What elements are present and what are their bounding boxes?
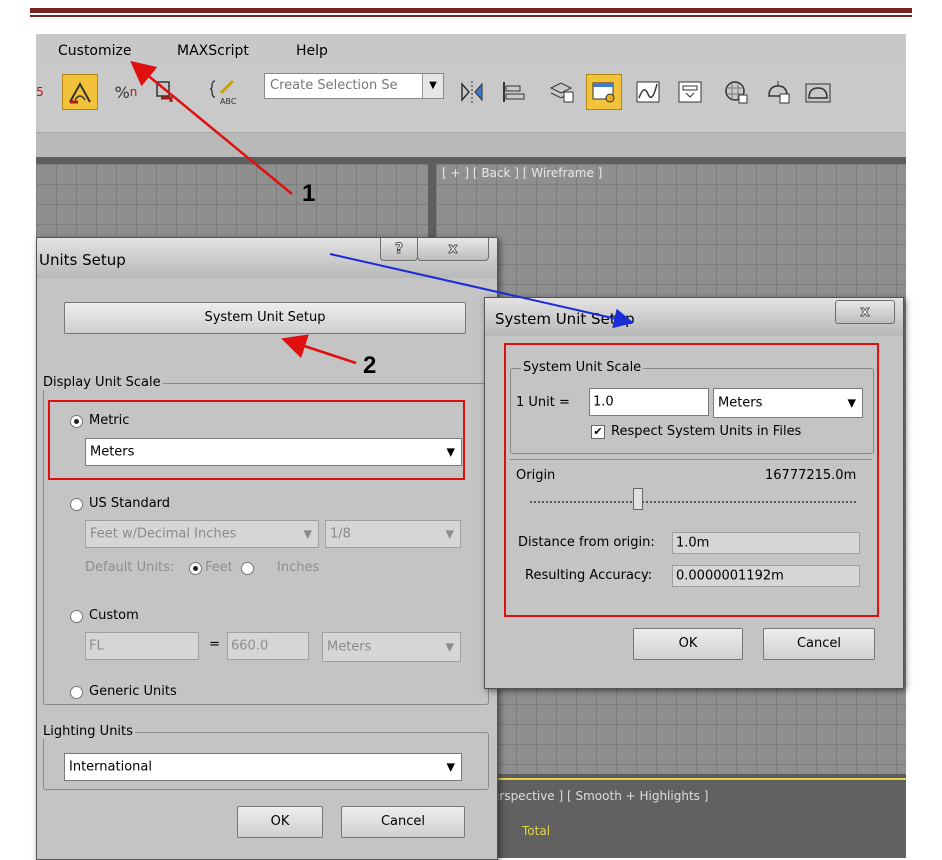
system-cancel-button[interactable]: Cancel xyxy=(763,628,875,660)
metric-highlight-box xyxy=(48,400,465,480)
material-editor-icon[interactable] xyxy=(718,74,754,110)
snap-toggle-icon[interactable]: 5 xyxy=(36,74,58,110)
system-unit-setup-button[interactable]: System Unit Setup xyxy=(64,302,466,334)
chevron-down-icon: ▼ xyxy=(446,760,455,774)
schematic-view-icon[interactable] xyxy=(672,74,708,110)
units-setup-title: Units Setup xyxy=(39,251,126,269)
active-viewport-border xyxy=(466,778,906,780)
document-rule-top xyxy=(30,8,912,13)
render-frame-icon[interactable] xyxy=(800,74,836,110)
default-inches-radio[interactable] xyxy=(241,562,254,575)
angle-snap-icon[interactable] xyxy=(62,74,98,110)
chevron-down-icon: ▼ xyxy=(445,527,454,541)
units-ok-button[interactable]: OK xyxy=(237,806,323,838)
default-inches-label: Inches xyxy=(277,560,320,575)
chevron-down-icon: ▼ xyxy=(445,640,454,654)
default-feet-label: Feet xyxy=(205,560,233,575)
viewport-perspective-label[interactable]: erspective ] [ Smooth + Highlights ] xyxy=(492,789,708,803)
lighting-units-label: Lighting Units xyxy=(41,724,135,739)
menu-customize[interactable]: Customize xyxy=(58,43,132,59)
curve-editor-icon[interactable] xyxy=(630,74,666,110)
menu-maxscript[interactable]: MAXScript xyxy=(177,43,249,59)
units-setup-titlebar[interactable]: Units Setup ? x xyxy=(37,238,497,278)
menu-help[interactable]: Help xyxy=(296,43,328,59)
document-rule-bottom xyxy=(30,15,912,17)
graphite-modeling-tools-icon[interactable] xyxy=(586,74,622,110)
display-unit-scale-label: Display Unit Scale xyxy=(41,375,163,390)
render-setup-icon[interactable] xyxy=(760,74,796,110)
edit-named-selection-icon[interactable]: ABC xyxy=(206,74,242,110)
custom-label: Custom xyxy=(89,608,139,623)
viewport-back-label[interactable]: [ + ] [ Back ] [ Wireframe ] xyxy=(442,166,602,180)
mirror-icon[interactable] xyxy=(454,74,490,110)
custom-name-field[interactable]: FL xyxy=(85,632,199,660)
system-scale-highlight-box xyxy=(504,343,879,617)
custom-radio[interactable] xyxy=(70,610,83,623)
help-button[interactable]: ? xyxy=(380,238,418,261)
custom-unit-dropdown[interactable]: Meters ▼ xyxy=(322,632,461,662)
spinner-snap-icon[interactable] xyxy=(148,74,184,110)
percent-snap-icon[interactable]: % n xyxy=(108,74,144,110)
units-close-button[interactable]: x xyxy=(417,238,489,261)
system-unit-setup-titlebar[interactable]: System Unit Setup x xyxy=(485,298,903,336)
custom-value-field[interactable]: 660.0 xyxy=(227,632,309,660)
menu-bar: Customize MAXScript Help xyxy=(36,34,906,69)
default-units-label: Default Units: xyxy=(85,560,175,575)
svg-text:ABC: ABC xyxy=(220,97,237,106)
chevron-down-icon: ▼ xyxy=(303,527,312,541)
ribbon-bar xyxy=(36,133,906,157)
align-icon[interactable] xyxy=(496,74,532,110)
default-feet-radio[interactable] xyxy=(189,562,202,575)
step-1-number: 1 xyxy=(302,180,316,207)
step-2-number: 2 xyxy=(363,352,377,379)
named-selection-set-dropdown[interactable]: Create Selection Se ▼ xyxy=(264,73,444,99)
lighting-units-dropdown[interactable]: International ▼ xyxy=(64,753,462,781)
system-ok-button[interactable]: OK xyxy=(633,628,743,660)
units-cancel-button[interactable]: Cancel xyxy=(341,806,465,838)
system-unit-setup-dialog: System Unit Setup x System Unit Scale 1 … xyxy=(484,297,904,689)
us-standard-label: US Standard xyxy=(89,496,171,511)
statistics-total-label: Total xyxy=(522,824,551,838)
us-fraction-dropdown[interactable]: 1/8 ▼ xyxy=(325,520,461,548)
system-close-button[interactable]: x xyxy=(835,300,895,324)
system-unit-setup-title: System Unit Setup xyxy=(495,310,635,328)
generic-units-label: Generic Units xyxy=(89,684,177,699)
layer-manager-icon[interactable] xyxy=(544,74,580,110)
us-unit-dropdown[interactable]: Feet w/Decimal Inches ▼ xyxy=(85,520,319,548)
units-setup-dialog: Units Setup ? x System Unit Setup Displa… xyxy=(36,237,498,860)
main-toolbar: 5 % n ABC Create Selection Se ▼ xyxy=(36,68,906,133)
us-standard-radio[interactable] xyxy=(70,498,83,511)
custom-equals-label: = xyxy=(209,637,220,652)
generic-units-radio[interactable] xyxy=(70,686,83,699)
